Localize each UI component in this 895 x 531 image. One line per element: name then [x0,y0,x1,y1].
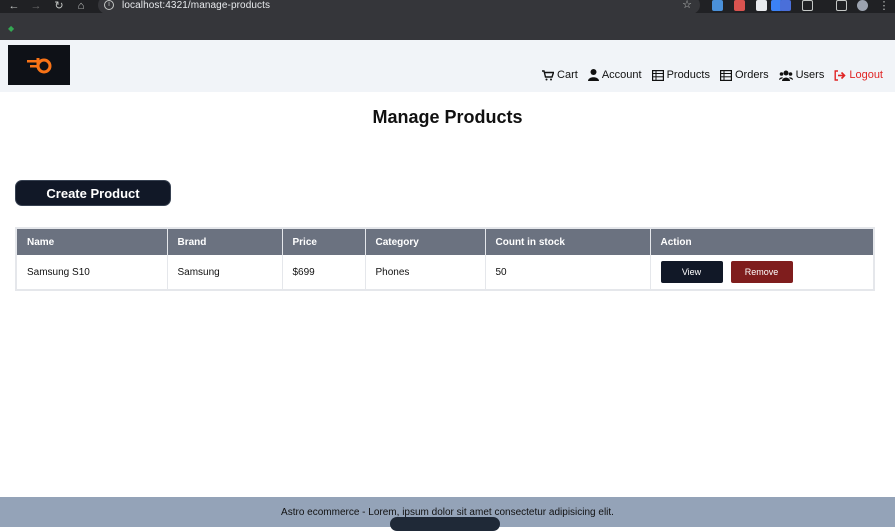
column-header-brand: Brand [167,229,283,255]
site-header: Cart Account Products Orders Users Logou… [0,40,895,92]
cell-category: Phones [365,255,486,289]
cell-action: View Remove [650,255,873,289]
products-table: Name Brand Price Category Count in stock… [15,227,875,291]
back-icon[interactable]: ← [8,0,20,12]
nav-users-label: Users [795,69,825,81]
reload-icon[interactable]: ↻ [53,0,65,12]
bookmark-bar: ◆ [0,13,895,40]
nav-account[interactable]: Account [587,69,642,81]
column-header-action: Action [650,229,873,255]
url-text: localhost:4321/manage-products [122,0,271,11]
page-title: Manage Products [372,107,523,127]
extension-icon[interactable] [712,0,723,11]
view-button[interactable]: View [660,261,723,283]
cell-name: Samsung S10 [17,255,168,289]
menu-dots-icon[interactable]: ⋮ [878,0,890,12]
floating-toolbar[interactable] [390,517,500,531]
logo-icon [27,58,52,74]
nav-users[interactable]: Users [778,69,825,81]
column-header-count: Count in stock [485,229,651,255]
extensions-puzzle-icon[interactable] [802,0,813,11]
cell-count: 50 [485,255,651,289]
nav-products[interactable]: Products [651,69,710,81]
remove-button[interactable]: Remove [730,261,793,283]
forward-icon[interactable]: → [30,0,42,12]
nav-logout-label: Logout [849,69,883,81]
nav-orders-label: Orders [734,69,769,81]
site-info-icon[interactable]: i [104,0,114,10]
nav-orders[interactable]: Orders [719,69,769,81]
extension-icon[interactable] [780,0,791,11]
column-header-name: Name [17,229,168,255]
logo[interactable] [8,45,70,85]
nav-cart-label: Cart [557,69,578,81]
nav-cart[interactable]: Cart [542,69,578,81]
table-icon [719,69,732,81]
table-row: Samsung S10 Samsung $699 Phones 50 View R… [17,255,873,289]
table-icon [651,69,664,81]
home-icon[interactable]: ⌂ [75,0,87,12]
side-panel-icon[interactable] [836,0,847,11]
browser-chrome: ← → ↻ ⌂ i localhost:4321/manage-products… [0,0,895,40]
logout-icon [834,69,846,81]
main-nav: Cart Account Products Orders Users Logou… [542,69,883,81]
create-product-button[interactable]: Create Product [15,180,171,206]
bookmark-star-icon[interactable]: ☆ [682,0,692,11]
nav-account-label: Account [601,69,642,81]
extension-icon[interactable] [734,0,745,11]
column-header-price: Price [282,229,366,255]
nav-products-label: Products [666,69,710,81]
profile-avatar[interactable] [857,0,868,11]
cell-brand: Samsung [167,255,283,289]
users-icon [778,70,793,81]
bookmark-icon[interactable]: ◆ [8,24,14,33]
cell-price: $699 [282,255,366,289]
user-icon [587,69,599,81]
nav-logout[interactable]: Logout [834,69,883,81]
cart-icon [542,69,555,80]
table-header-row: Name Brand Price Category Count in stock… [17,229,873,255]
address-bar[interactable]: i localhost:4321/manage-products ☆ [98,0,700,14]
extension-icon[interactable] [756,0,767,11]
column-header-category: Category [365,229,486,255]
